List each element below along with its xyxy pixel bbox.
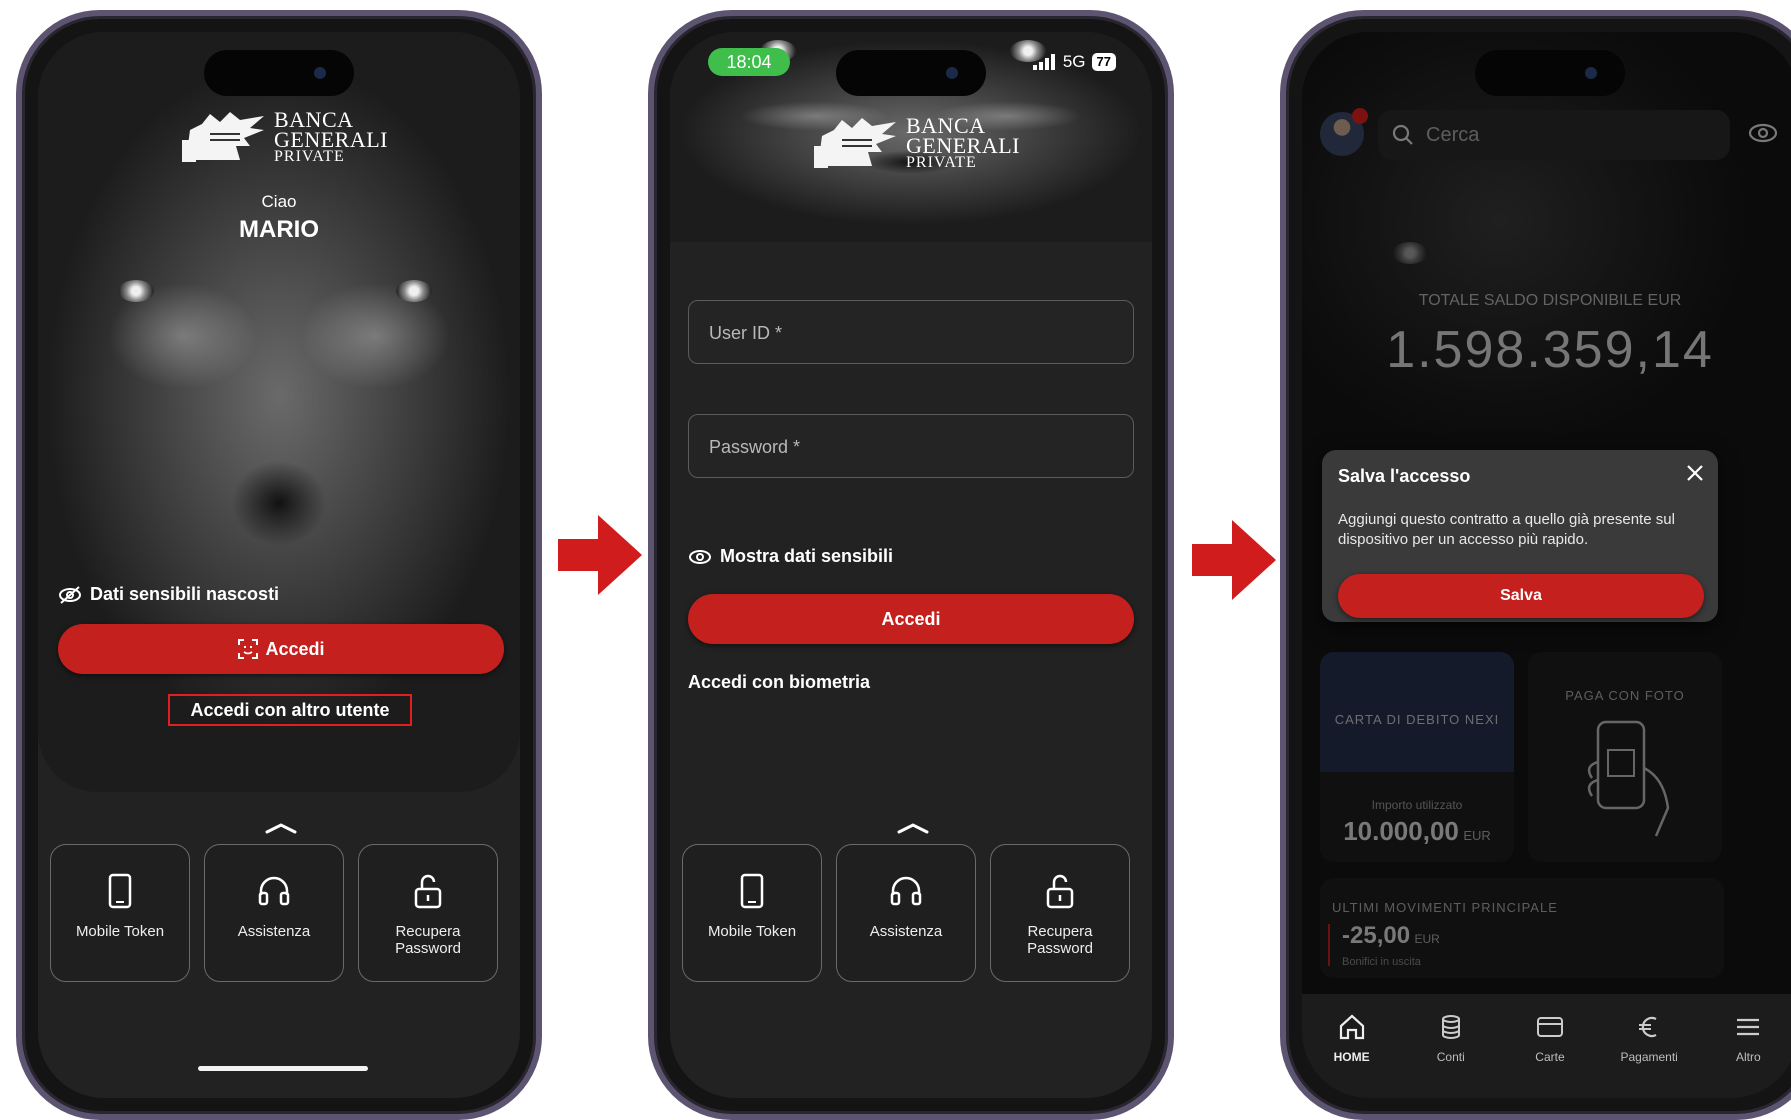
userid-input[interactable] (707, 301, 1095, 365)
dialog-title: Salva l'accesso (1338, 466, 1471, 486)
nav-carte[interactable]: Carte (1510, 1012, 1590, 1098)
eye-off-icon (59, 585, 81, 604)
status-time: 18:04 (708, 48, 790, 76)
save-button[interactable]: Salva (1338, 574, 1704, 618)
tile-label: Assistenza (869, 923, 943, 940)
face-id-icon (238, 639, 259, 659)
tile-assistenza[interactable]: Assistenza (204, 844, 344, 982)
nav-label: Pagamenti (1620, 1050, 1678, 1064)
screen-1: BANCA GENERALI PRIVATE Ciao MARIO Dati s… (38, 32, 520, 1098)
menu-icon (1737, 1018, 1760, 1036)
tile-recupera-password[interactable]: Recupera Password (990, 844, 1130, 982)
tile-assistenza[interactable]: Assistenza (836, 844, 976, 982)
unlock-icon (414, 874, 442, 909)
userid-field[interactable] (688, 300, 1134, 365)
signal-icon (1032, 54, 1055, 70)
save-button-label: Salva (1500, 587, 1542, 604)
tile-label: Recupera Password (395, 923, 461, 958)
nav-home[interactable]: HOME (1312, 1012, 1392, 1098)
chevron-up-icon[interactable] (265, 822, 297, 834)
password-input[interactable] (707, 415, 1095, 479)
logo-line2: GENERALI (274, 126, 388, 152)
phone-icon (740, 873, 764, 909)
phone-dashboard: Cerca TOTALE SALDO DISPONIBILE EUR 1.598… (1280, 10, 1791, 1120)
status-right: 5G 77 (1032, 52, 1116, 72)
brand-logo: BANCA GENERALI PRIVATE (180, 109, 388, 164)
arrow-right-icon (558, 515, 642, 595)
screen-3: Cerca TOTALE SALDO DISPONIBILE EUR 1.598… (1302, 32, 1791, 1098)
battery-icon: 77 (1091, 53, 1116, 71)
save-access-dialog: Salva l'accesso Aggiungi questo contratt… (1322, 450, 1718, 622)
unlock-icon (1046, 874, 1074, 909)
hidden-data-label: Dati sensibili nascosti (90, 584, 280, 604)
nav-conti[interactable]: Conti (1411, 1012, 1491, 1098)
dynamic-island (1475, 50, 1625, 96)
dynamic-island (204, 50, 354, 96)
lion-logo-icon (812, 116, 898, 170)
tile-label: Mobile Token (75, 923, 165, 940)
brand-logo: BANCA GENERALI PRIVATE (812, 115, 1020, 170)
headset-icon (258, 876, 290, 906)
quick-actions: Mobile Token Assistenza Recupera Passwor… (682, 844, 1130, 982)
nav-label: HOME (1333, 1050, 1370, 1064)
tile-recupera-password[interactable]: Recupera Password (358, 844, 498, 982)
phone-login-saved-user: BANCA GENERALI PRIVATE Ciao MARIO Dati s… (16, 10, 542, 1120)
login-button-label: Accedi (881, 609, 941, 629)
euro-icon (1639, 1016, 1657, 1038)
biometric-link[interactable]: Accedi con biometria (688, 672, 870, 693)
quick-actions: Mobile Token Assistenza Recupera Passwor… (50, 844, 498, 982)
home-icon (1339, 1014, 1364, 1040)
other-user-link[interactable]: Accedi con altro utente (168, 694, 412, 726)
home-indicator (198, 1066, 368, 1071)
lion-logo-icon (180, 110, 266, 164)
dialog-body: Aggiungi questo contratto a quello già p… (1338, 511, 1675, 548)
arrow-right-icon (1192, 520, 1276, 600)
logo-line2: GENERALI (906, 132, 1020, 158)
headset-icon (890, 876, 922, 906)
tile-label: Mobile Token (707, 923, 797, 940)
database-icon (1441, 1015, 1460, 1039)
tile-label: Recupera Password (1027, 923, 1093, 958)
tile-mobile-token[interactable]: Mobile Token (50, 844, 190, 982)
user-name: MARIO (239, 216, 319, 243)
nav-label: Conti (1436, 1050, 1465, 1064)
phone-icon (108, 873, 132, 909)
login-button[interactable]: Accedi (688, 594, 1134, 644)
nav-pagamenti[interactable]: Pagamenti (1609, 1012, 1689, 1098)
login-button-label: Accedi (265, 639, 325, 659)
other-user-label: Accedi con altro utente (190, 700, 390, 720)
chevron-up-icon[interactable] (897, 822, 929, 834)
login-button[interactable]: Accedi (58, 624, 504, 674)
nav-label: Carte (1535, 1050, 1565, 1064)
phone-login-form: 18:04 5G 77 BANCA GENERALI PRIVATE Mostr… (648, 10, 1174, 1120)
nav-label: Altro (1736, 1050, 1761, 1064)
tile-mobile-token[interactable]: Mobile Token (682, 844, 822, 982)
eye-icon (689, 549, 711, 564)
show-data-toggle[interactable]: Mostra dati sensibili (688, 546, 893, 567)
greeting: Ciao (261, 192, 297, 211)
password-field[interactable] (688, 414, 1134, 479)
dynamic-island (836, 50, 986, 96)
show-data-label: Mostra dati sensibili (720, 546, 894, 566)
nav-altro[interactable]: Altro (1708, 1012, 1788, 1098)
network-label: 5G (1062, 52, 1086, 71)
card-icon (1536, 1017, 1563, 1037)
screen-2: 18:04 5G 77 BANCA GENERALI PRIVATE Mostr… (670, 32, 1152, 1098)
bottom-navigation: HOME Conti Carte Pagamenti Altro (1302, 994, 1791, 1098)
tile-label: Assistenza (237, 923, 311, 940)
close-icon[interactable] (1686, 464, 1704, 482)
hidden-data-toggle[interactable]: Dati sensibili nascosti (58, 584, 279, 605)
